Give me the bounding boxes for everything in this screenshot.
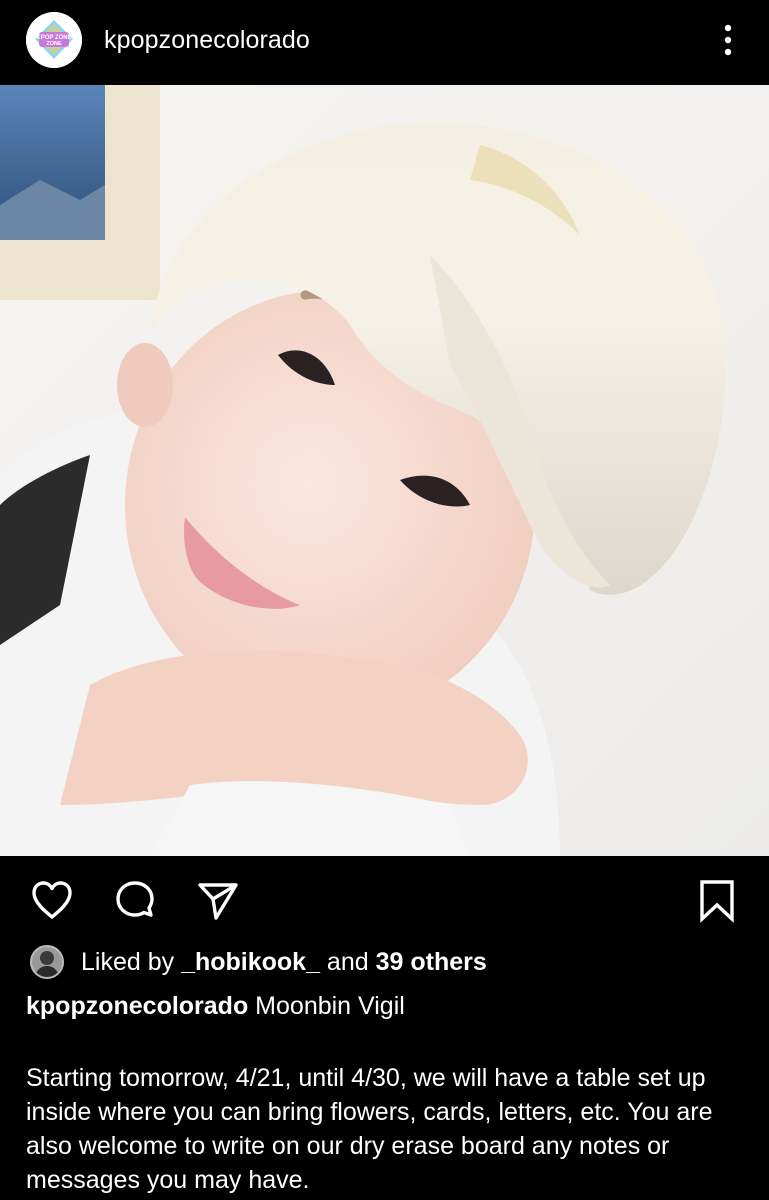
post-header: KPOP ZONE ZONE kpopzonecolorado	[0, 0, 769, 85]
heart-icon[interactable]	[28, 877, 76, 925]
likes-middle: and	[319, 948, 376, 976]
bookmark-icon[interactable]	[693, 877, 741, 925]
post-photo[interactable]	[0, 85, 769, 856]
photo-illustration	[0, 85, 769, 856]
liker-username[interactable]: _hobikook_	[181, 948, 320, 976]
caption-header: kpopzonecolorado Moonbin Vigil	[26, 992, 405, 1021]
comment-icon[interactable]	[111, 877, 159, 925]
liker-avatar[interactable]	[30, 945, 64, 979]
caption-body: Starting tomorrow, 4/21, until 4/30, we …	[26, 1064, 713, 1194]
post-actions	[0, 856, 769, 940]
account-avatar[interactable]: KPOP ZONE ZONE	[26, 12, 82, 68]
likes-prefix: Liked by	[81, 948, 182, 976]
send-icon[interactable]	[194, 877, 242, 925]
likes-summary: Liked by _hobikook_ and 39 others	[26, 942, 746, 982]
account-username[interactable]: kpopzonecolorado	[104, 26, 310, 55]
more-vertical-icon[interactable]	[717, 20, 739, 60]
caption-title: Moonbin Vigil	[248, 992, 405, 1020]
likes-others-count[interactable]: 39 others	[376, 948, 487, 976]
caption-username[interactable]: kpopzonecolorado	[26, 992, 248, 1020]
svg-text:ZONE: ZONE	[46, 41, 62, 47]
likes-text[interactable]: Liked by _hobikook_ and 39 others	[81, 948, 487, 977]
